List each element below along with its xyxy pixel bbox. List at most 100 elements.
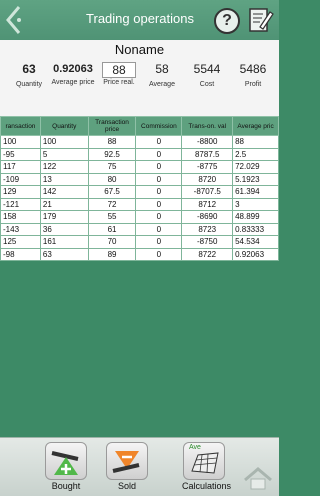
col-commission[interactable]: Commission xyxy=(135,116,183,136)
stat-price-real[interactable]: 88 Price real. xyxy=(101,62,137,87)
help-button[interactable]: ? xyxy=(214,8,240,34)
table-cell: 142 xyxy=(39,185,89,199)
table-row[interactable]: 129 142 67.5 0 -8707.5 61.394 xyxy=(0,185,279,199)
table-cell: 61 xyxy=(87,222,137,236)
stat-quantity: 63 Quantity xyxy=(15,62,43,88)
table-cell: -8775 xyxy=(181,160,234,174)
bottom-toolbar: Bought Sold Ave Calculations xyxy=(0,437,279,496)
table-cell: 80 xyxy=(87,172,137,186)
table-cell: -8800 xyxy=(181,135,234,149)
table-cell: -8690 xyxy=(181,210,234,224)
table-cell: 67.5 xyxy=(87,185,137,199)
sold-button[interactable]: Sold xyxy=(105,442,149,491)
bought-icon xyxy=(45,442,87,480)
instrument-name: Noname xyxy=(114,42,165,57)
table-cell: 0 xyxy=(135,235,183,249)
col-transaction-value[interactable]: Trans-on. val xyxy=(181,116,234,136)
table-cell: 0.92063 xyxy=(232,247,279,261)
stat-profit: 5486 Profit xyxy=(239,62,267,88)
table-cell: -98 xyxy=(0,247,41,261)
table-cell: 0 xyxy=(135,147,183,161)
price-real-input[interactable]: 88 xyxy=(102,62,136,78)
table-cell: 2.5 xyxy=(232,147,279,161)
page-title: Trading operations xyxy=(86,11,194,26)
operations-table: ransaction Quantity Transaction price Co… xyxy=(0,116,279,270)
table-cell: 21 xyxy=(39,197,89,211)
table-cell: 100 xyxy=(0,135,41,149)
table-cell: 125 xyxy=(0,235,41,249)
table-cell: -8750 xyxy=(181,235,234,249)
table-row[interactable]: -95 5 92.5 0 8787.5 2.5 xyxy=(0,147,279,161)
table-cell: 70 xyxy=(87,235,137,249)
table-cell: 179 xyxy=(39,210,89,224)
stat-average: 58 Average xyxy=(149,62,175,88)
table-cell: 3 xyxy=(232,197,279,211)
top-bar: Trading operations ? xyxy=(0,0,279,40)
col-quantity[interactable]: Quantity xyxy=(39,116,89,136)
table-cell: 0 xyxy=(135,197,183,211)
table-cell: 72.029 xyxy=(232,160,279,174)
table-cell: 54.534 xyxy=(232,235,279,249)
table-cell: -143 xyxy=(0,222,41,236)
table-cell: 0 xyxy=(135,185,183,199)
col-transaction-price[interactable]: Transaction price xyxy=(87,116,137,136)
table-cell: 89 xyxy=(87,247,137,261)
table-cell: 0 xyxy=(135,160,183,174)
table-cell: 161 xyxy=(39,235,89,249)
table-row[interactable]: 158 179 55 0 -8690 48.899 xyxy=(0,210,279,224)
table-cell: 0.83333 xyxy=(232,222,279,236)
table-row[interactable]: -121 21 72 0 8712 3 xyxy=(0,197,279,211)
col-average-price[interactable]: Average pric xyxy=(232,116,279,136)
table-cell: 158 xyxy=(0,210,41,224)
edit-icon[interactable] xyxy=(248,6,274,34)
table-cell: 8722 xyxy=(181,247,234,261)
table-cell: 88 xyxy=(232,135,279,149)
stat-average-price: 0.92063 Average price xyxy=(51,63,95,86)
sold-icon xyxy=(106,442,148,480)
table-cell: 75 xyxy=(87,160,137,174)
back-arrow-icon[interactable] xyxy=(3,4,27,36)
table-cell: 72 xyxy=(87,197,137,211)
table-cell: 122 xyxy=(39,160,89,174)
table-cell: 8712 xyxy=(181,197,234,211)
col-transaction[interactable]: ransaction xyxy=(0,116,41,136)
table-cell: 92.5 xyxy=(87,147,137,161)
table-cell: -121 xyxy=(0,197,41,211)
table-cell: 5 xyxy=(39,147,89,161)
table-row[interactable]: 100 100 88 0 -8800 88 xyxy=(0,135,279,149)
table-cell: 13 xyxy=(39,172,89,186)
table-cell: 0 xyxy=(135,247,183,261)
table-cell: 8720 xyxy=(181,172,234,186)
table-cell: 88 xyxy=(87,135,137,149)
table-cell: 129 xyxy=(0,185,41,199)
stat-cost: 5544 Cost xyxy=(193,62,221,88)
table-cell: 61.394 xyxy=(232,185,279,199)
table-cell: -8707.5 xyxy=(181,185,234,199)
summary-panel: Noname 63 Quantity 0.92063 Average price… xyxy=(0,40,279,116)
table-cell: 8723 xyxy=(181,222,234,236)
table-cell: 0 xyxy=(135,222,183,236)
table-cell: 100 xyxy=(39,135,89,149)
table-row[interactable]: -109 13 80 0 8720 5.1923 xyxy=(0,172,279,186)
table-cell: 36 xyxy=(39,222,89,236)
calculations-icon: Ave xyxy=(183,442,225,480)
calculations-button[interactable]: Ave Calculations xyxy=(182,442,231,491)
table-cell: -109 xyxy=(0,172,41,186)
table-cell: 8787.5 xyxy=(181,147,234,161)
home-icon[interactable] xyxy=(243,466,273,490)
table-cell: -95 xyxy=(0,147,41,161)
table-cell: 55 xyxy=(87,210,137,224)
table-cell: 0 xyxy=(135,135,183,149)
bought-button[interactable]: Bought xyxy=(44,442,88,491)
table-cell: 0 xyxy=(135,210,183,224)
table-cell: 48.899 xyxy=(232,210,279,224)
table-header-row: ransaction Quantity Transaction price Co… xyxy=(0,116,279,136)
table-cell: 0 xyxy=(135,172,183,186)
table-row[interactable]: 125 161 70 0 -8750 54.534 xyxy=(0,235,279,249)
table-row[interactable]: -143 36 61 0 8723 0.83333 xyxy=(0,222,279,236)
table-row[interactable]: 117 122 75 0 -8775 72.029 xyxy=(0,160,279,174)
table-cell: 117 xyxy=(0,160,41,174)
table-row[interactable]: -98 63 89 0 8722 0.92063 xyxy=(0,247,279,261)
table-cell: 63 xyxy=(39,247,89,261)
table-cell: 5.1923 xyxy=(232,172,279,186)
